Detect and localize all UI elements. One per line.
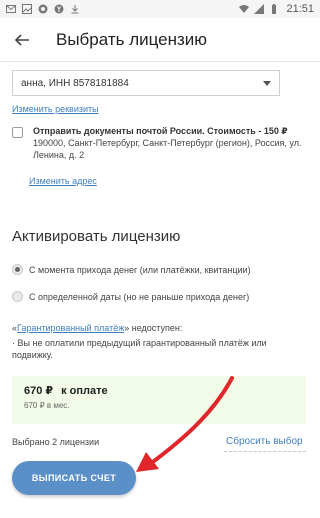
post-delivery-address: 190000, Санкт-Петербург, Санкт-Петербург…	[33, 138, 302, 160]
caret-down-icon	[263, 80, 271, 86]
radio-button[interactable]	[12, 291, 23, 302]
status-bar: 21:51	[0, 0, 320, 18]
post-delivery-option: Отправить документы почтой России. Стоим…	[12, 125, 312, 161]
payment-per-month: 670 ₽ в мес.	[24, 401, 70, 410]
download-icon	[71, 5, 79, 14]
browser-icon	[38, 4, 48, 14]
requisites-select-value: анна, ИНН 8578181884	[21, 77, 129, 89]
activation-title: Активировать лицензию	[12, 228, 181, 245]
post-delivery-text: Отправить документы почтой России. Стоим…	[33, 125, 312, 161]
signal-icon	[254, 4, 265, 14]
guarantee-link[interactable]: Гарантированный платёж	[17, 323, 124, 333]
back-button[interactable]	[0, 18, 44, 62]
arrow-left-icon	[14, 33, 29, 46]
activation-option-from-date[interactable]: С определенной даты (но не раньше приход…	[12, 291, 249, 302]
page-title: Выбрать лицензию	[56, 29, 208, 49]
app-bar: Выбрать лицензию	[0, 18, 320, 62]
activation-option-on-payment[interactable]: С момента прихода денег (или платёжки, к…	[12, 264, 251, 275]
payment-label: к оплате	[61, 385, 108, 397]
battery-icon	[272, 4, 277, 14]
clock: 21:51	[286, 3, 314, 15]
system-icons: 21:51	[239, 3, 314, 15]
yandex-icon	[54, 4, 64, 14]
edit-requisites-link[interactable]: Изменить реквизиты	[12, 104, 99, 114]
payment-amount: 670 ₽	[24, 385, 54, 397]
radio-button[interactable]	[12, 264, 23, 275]
mail-icon	[6, 5, 16, 13]
change-address-link[interactable]: Изменить адрес	[29, 176, 97, 186]
selected-licenses-count: Выбрано 2 лицензии	[12, 437, 100, 447]
issue-invoice-button[interactable]: ВЫПИСАТЬ СЧЕТ	[12, 461, 136, 495]
divider	[224, 451, 306, 452]
activation-option-label: С момента прихода денег (или платёжки, к…	[29, 264, 251, 275]
image-icon	[22, 4, 32, 14]
activation-option-label: С определенной даты (но не раньше приход…	[29, 291, 250, 302]
requisites-select[interactable]: анна, ИНН 8578181884	[12, 70, 280, 96]
guarantee-reason: · Вы не оплатили предыдущий гарантирован…	[12, 338, 267, 360]
reset-selection-link[interactable]: Сбросить выбор	[226, 436, 303, 447]
payment-total: 670 ₽ к оплате	[24, 384, 294, 397]
wifi-icon	[239, 5, 250, 13]
guarantee-notice: «Гарантированный платёж» недоступен:	[12, 323, 182, 333]
payment-summary: 670 ₽ к оплате 670 ₽ в мес.	[12, 376, 306, 424]
notification-icons	[6, 4, 80, 14]
guarantee-suffix: » недоступен:	[124, 323, 183, 333]
post-delivery-checkbox[interactable]	[12, 127, 23, 138]
post-delivery-label: Отправить документы почтой России. Стоим…	[33, 126, 288, 136]
radio-selected-dot	[15, 267, 20, 272]
